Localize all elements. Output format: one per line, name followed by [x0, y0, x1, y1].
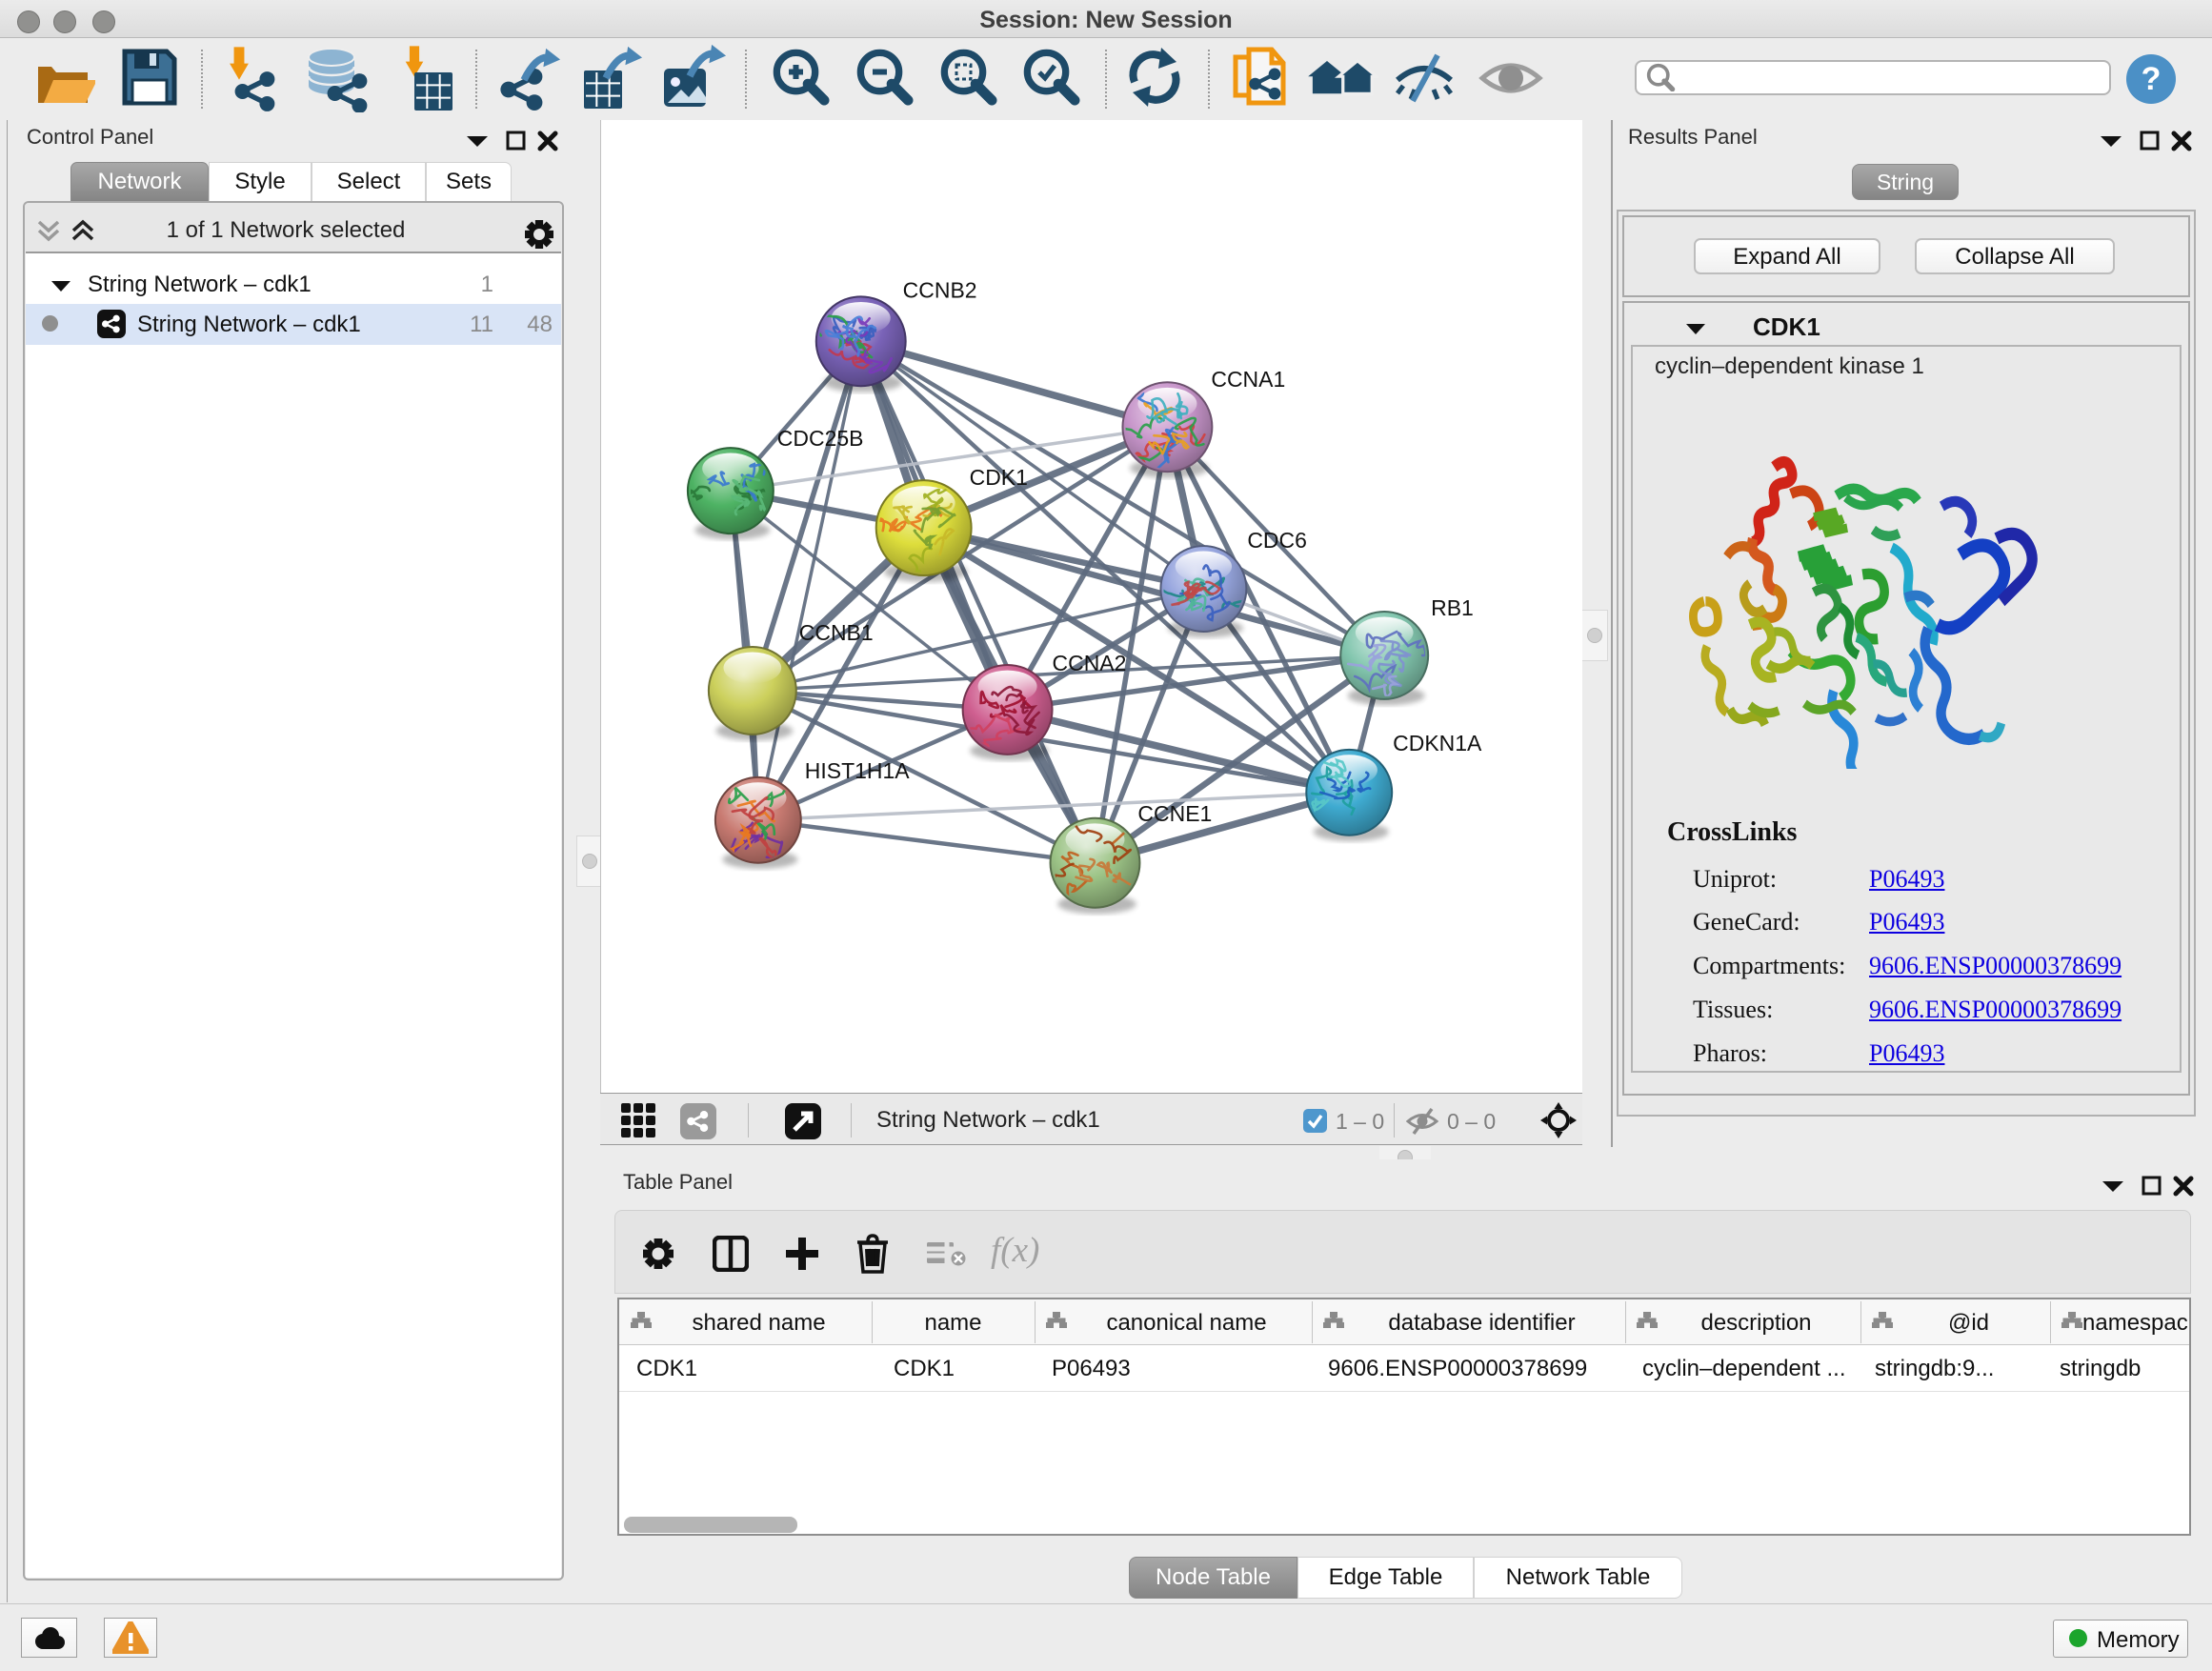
svg-text:CCNB1: CCNB1: [799, 620, 874, 645]
svg-text:CDC25B: CDC25B: [777, 426, 864, 451]
svg-text:CCNE1: CCNE1: [1137, 801, 1212, 826]
svg-text:?: ?: [2142, 61, 2162, 97]
svg-text:CDKN1A: CDKN1A: [1393, 731, 1482, 755]
svg-text:CCNB2: CCNB2: [903, 277, 977, 302]
svg-text:RB1: RB1: [1431, 595, 1474, 620]
svg-text:CCNA2: CCNA2: [1053, 651, 1127, 675]
svg-text:CDC6: CDC6: [1247, 528, 1307, 553]
svg-text:CCNA1: CCNA1: [1211, 367, 1285, 392]
svg-text:HIST1H1A: HIST1H1A: [805, 758, 910, 783]
svg-text:CDK1: CDK1: [970, 465, 1028, 490]
